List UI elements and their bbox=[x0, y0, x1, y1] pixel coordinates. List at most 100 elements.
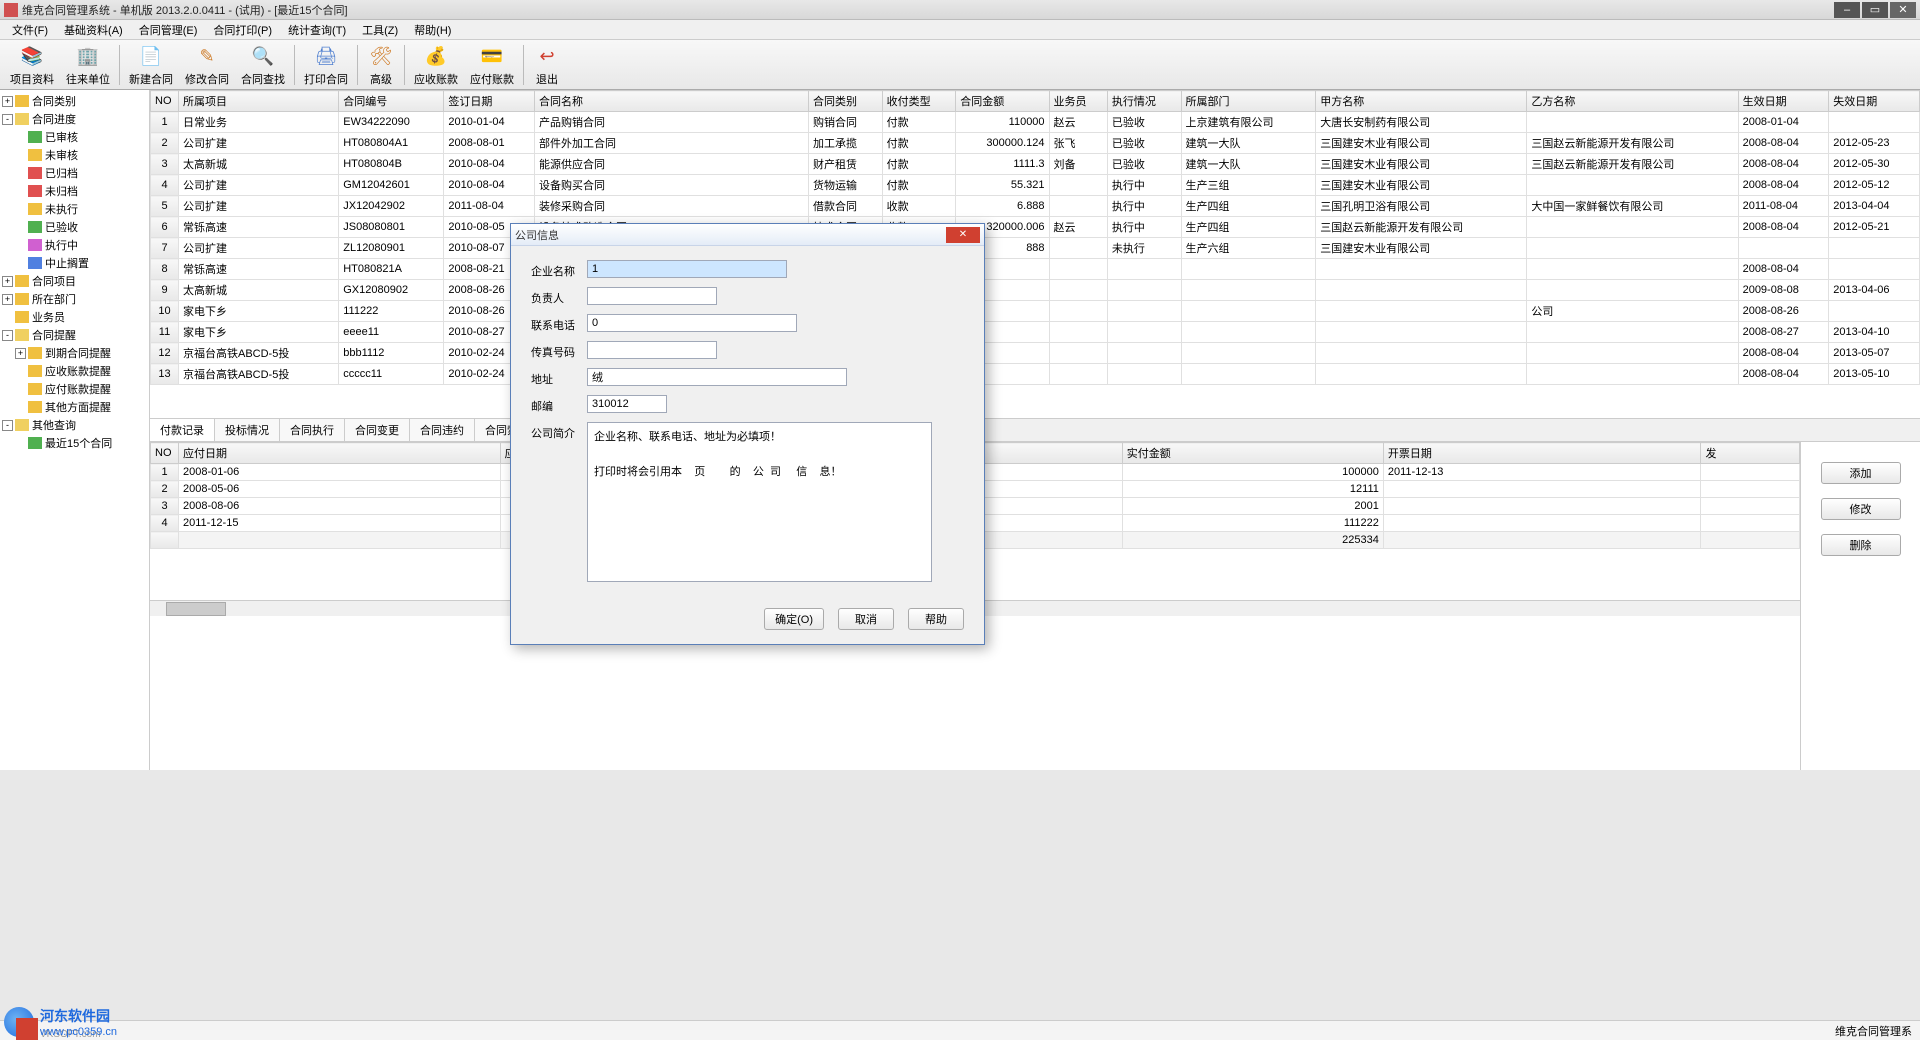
column-header[interactable]: 业务员 bbox=[1049, 91, 1107, 112]
tree-expander-icon[interactable]: - bbox=[2, 420, 13, 431]
column-header[interactable]: 发 bbox=[1701, 443, 1800, 464]
menu-item[interactable]: 文件(F) bbox=[4, 20, 56, 40]
tree-node[interactable]: 应收账款提醒 bbox=[2, 362, 147, 380]
menu-item[interactable]: 工具(Z) bbox=[354, 20, 406, 40]
toolbar-button[interactable]: 🖨打印合同 bbox=[298, 41, 354, 89]
column-header[interactable]: 签订日期 bbox=[444, 91, 535, 112]
column-header[interactable]: 合同类别 bbox=[809, 91, 883, 112]
detail-tab[interactable]: 付款记录 bbox=[150, 419, 215, 441]
column-header[interactable]: 所属项目 bbox=[179, 91, 339, 112]
column-header[interactable]: 合同名称 bbox=[535, 91, 809, 112]
company-name-input[interactable] bbox=[587, 260, 787, 278]
tree-node[interactable]: 其他方面提醒 bbox=[2, 398, 147, 416]
tree-expander-icon[interactable]: + bbox=[15, 348, 26, 359]
table-row[interactable]: 9太高新城GX120809022008-08-26太空新城K9-2地块项目研究策… bbox=[151, 280, 1920, 301]
toolbar-button[interactable]: 📄新建合同 bbox=[123, 41, 179, 89]
detail-tab[interactable]: 投标情况 bbox=[215, 419, 280, 441]
toolbar-button[interactable]: 🔍合同查找 bbox=[235, 41, 291, 89]
tree-node[interactable]: -其他查询 bbox=[2, 416, 147, 434]
zip-input[interactable] bbox=[587, 395, 667, 413]
column-header[interactable]: 甲方名称 bbox=[1316, 91, 1527, 112]
tree-node[interactable]: +合同类别 bbox=[2, 92, 147, 110]
phone-input[interactable] bbox=[587, 314, 797, 332]
table-row[interactable]: 6常铄高速JS080808012010-08-05设备技术改造合同技术合同收款3… bbox=[151, 217, 1920, 238]
column-header[interactable]: 合同金额 bbox=[956, 91, 1049, 112]
toolbar-button[interactable]: 📚项目资料 bbox=[4, 41, 60, 89]
close-button[interactable]: ✕ bbox=[1890, 2, 1916, 18]
dialog-titlebar[interactable]: 公司信息 ✕ bbox=[511, 224, 984, 246]
detail-tab[interactable]: 合同违约 bbox=[410, 419, 475, 441]
tree-node[interactable]: -合同提醒 bbox=[2, 326, 147, 344]
column-header[interactable]: 失效日期 bbox=[1829, 91, 1920, 112]
tree-node[interactable]: 已审核 bbox=[2, 128, 147, 146]
tree-expander-icon[interactable]: + bbox=[2, 96, 13, 107]
tree-node[interactable]: 业务员 bbox=[2, 308, 147, 326]
side-button[interactable]: 修改 bbox=[1821, 498, 1901, 520]
address-input[interactable] bbox=[587, 368, 847, 386]
column-header[interactable]: NO bbox=[151, 443, 179, 464]
menu-item[interactable]: 统计查询(T) bbox=[280, 20, 354, 40]
column-header[interactable]: 实付金额 bbox=[1122, 443, 1383, 464]
tree-node[interactable]: +合同项目 bbox=[2, 272, 147, 290]
tree-expander-icon[interactable]: - bbox=[2, 114, 13, 125]
intro-textarea[interactable] bbox=[587, 422, 932, 582]
dialog-cancel-button[interactable]: 取消 bbox=[838, 608, 894, 630]
tree-node[interactable]: -合同进度 bbox=[2, 110, 147, 128]
table-row[interactable]: 11家电下乡eeee112010-08-27fff22财产租赁收款2008-08… bbox=[151, 322, 1920, 343]
menu-item[interactable]: 合同管理(E) bbox=[131, 20, 206, 40]
tree-node[interactable]: 未归档 bbox=[2, 182, 147, 200]
tree-expander-icon[interactable]: + bbox=[2, 276, 13, 287]
column-header[interactable]: 生效日期 bbox=[1738, 91, 1829, 112]
tree-node[interactable]: 已验收 bbox=[2, 218, 147, 236]
tree-expander-icon[interactable]: + bbox=[2, 294, 13, 305]
tree-node[interactable]: 最近15个合同 bbox=[2, 434, 147, 452]
dialog-ok-button[interactable]: 确定(O) bbox=[764, 608, 824, 630]
table-row[interactable]: 7公司扩建ZL120809012010-08-07木料供应合作协议财产租赁收款8… bbox=[151, 238, 1920, 259]
toolbar-button[interactable]: 🏢往来单位 bbox=[60, 41, 116, 89]
tree-sidebar[interactable]: +合同类别-合同进度已审核未审核已归档未归档未执行已验收执行中中止搁置+合同项目… bbox=[0, 90, 150, 770]
menu-item[interactable]: 合同打印(P) bbox=[205, 20, 280, 40]
owner-input[interactable] bbox=[587, 287, 717, 305]
detail-tab[interactable]: 合同执行 bbox=[280, 419, 345, 441]
toolbar-button[interactable]: 🛠高级 bbox=[361, 41, 401, 89]
menu-item[interactable]: 帮助(H) bbox=[406, 20, 459, 40]
table-row[interactable]: 13京福台高铁ABCD-5投ccccc112010-02-24bbb222财产租… bbox=[151, 364, 1920, 385]
table-row[interactable]: 5公司扩建JX120429022011-08-04装修采购合同借款合同收款6.8… bbox=[151, 196, 1920, 217]
column-header[interactable]: 开票日期 bbox=[1383, 443, 1701, 464]
minimize-button[interactable]: – bbox=[1834, 2, 1860, 18]
toolbar-button[interactable]: ✎修改合同 bbox=[179, 41, 235, 89]
menu-item[interactable]: 基础资料(A) bbox=[56, 20, 131, 40]
table-row[interactable]: 3太高新城HT080804B2010-08-04能源供应合同财产租赁付款1111… bbox=[151, 154, 1920, 175]
table-row[interactable]: 4公司扩建GM120426012010-08-04设备购买合同货物运输付款55.… bbox=[151, 175, 1920, 196]
column-header[interactable]: 乙方名称 bbox=[1527, 91, 1738, 112]
tree-expander-icon[interactable]: - bbox=[2, 330, 13, 341]
table-row[interactable]: 12京福台高铁ABCD-5投bbb11122010-02-24bbb222财产租… bbox=[151, 343, 1920, 364]
column-header[interactable]: 合同编号 bbox=[339, 91, 444, 112]
table-row[interactable]: 2公司扩建HT080804A12008-08-01部件外加工合同加工承揽付款30… bbox=[151, 133, 1920, 154]
tree-node[interactable]: 应付账款提醒 bbox=[2, 380, 147, 398]
restore-button[interactable]: ▭ bbox=[1862, 2, 1888, 18]
table-row[interactable]: 10家电下乡1112222010-08-262222财产租赁收款公司2008-0… bbox=[151, 301, 1920, 322]
tree-node[interactable]: 中止搁置 bbox=[2, 254, 147, 272]
tree-node[interactable]: 未审核 bbox=[2, 146, 147, 164]
tree-node[interactable]: 执行中 bbox=[2, 236, 147, 254]
detail-tab[interactable]: 合同变更 bbox=[345, 419, 410, 441]
tree-node[interactable]: +所在部门 bbox=[2, 290, 147, 308]
toolbar-button[interactable]: 💰应收账款 bbox=[408, 41, 464, 89]
tree-node[interactable]: +到期合同提醒 bbox=[2, 344, 147, 362]
contracts-grid[interactable]: NO所属项目合同编号签订日期合同名称合同类别收付类型合同金额业务员执行情况所属部… bbox=[150, 90, 1920, 418]
column-header[interactable]: NO bbox=[151, 91, 179, 112]
dialog-close-button[interactable]: ✕ bbox=[946, 227, 980, 243]
dialog-help-button[interactable]: 帮助 bbox=[908, 608, 964, 630]
column-header[interactable]: 应付日期 bbox=[179, 443, 501, 464]
column-header[interactable]: 执行情况 bbox=[1107, 91, 1181, 112]
toolbar-button[interactable]: 💳应付账款 bbox=[464, 41, 520, 89]
table-row[interactable]: 1日常业务EW342220902010-01-04产品购销合同购销合同付款110… bbox=[151, 112, 1920, 133]
toolbar-button[interactable]: ↩退出 bbox=[527, 41, 567, 89]
side-button[interactable]: 删除 bbox=[1821, 534, 1901, 556]
side-button[interactable]: 添加 bbox=[1821, 462, 1901, 484]
column-header[interactable]: 所属部门 bbox=[1181, 91, 1316, 112]
table-row[interactable]: 8常铄高速HT080821A2008-08-21工艺技术转让合同技术合同收款20… bbox=[151, 259, 1920, 280]
tree-node[interactable]: 未执行 bbox=[2, 200, 147, 218]
tree-node[interactable]: 已归档 bbox=[2, 164, 147, 182]
